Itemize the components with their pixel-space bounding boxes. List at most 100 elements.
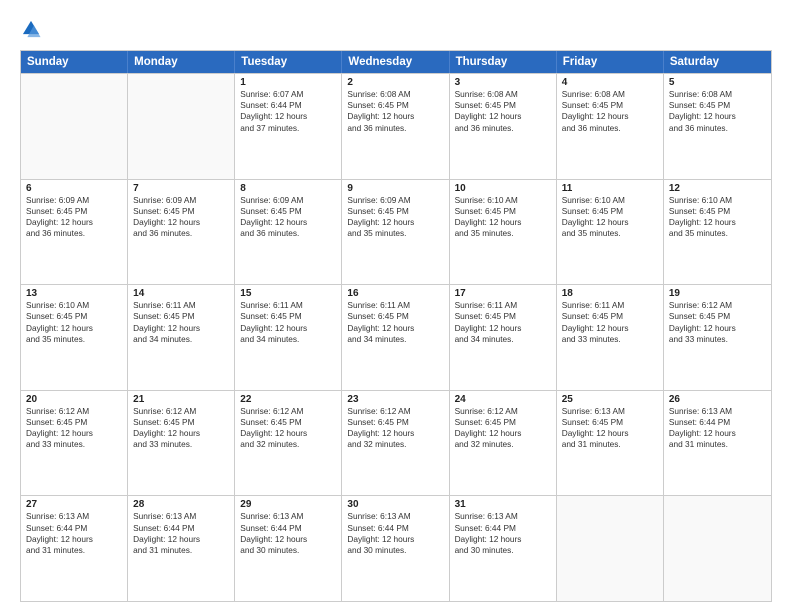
week-row-2: 6Sunrise: 6:09 AMSunset: 6:45 PMDaylight… <box>21 179 771 285</box>
day-number: 15 <box>240 288 336 299</box>
day-info: Sunrise: 6:13 AMSunset: 6:44 PMDaylight:… <box>669 406 766 451</box>
day-number: 9 <box>347 183 443 194</box>
day-info: Sunrise: 6:11 AMSunset: 6:45 PMDaylight:… <box>240 300 336 345</box>
cal-cell <box>128 74 235 179</box>
day-info: Sunrise: 6:09 AMSunset: 6:45 PMDaylight:… <box>133 195 229 240</box>
day-info: Sunrise: 6:11 AMSunset: 6:45 PMDaylight:… <box>133 300 229 345</box>
cal-cell: 3Sunrise: 6:08 AMSunset: 6:45 PMDaylight… <box>450 74 557 179</box>
header-day-tuesday: Tuesday <box>235 51 342 73</box>
cal-cell: 11Sunrise: 6:10 AMSunset: 6:45 PMDayligh… <box>557 180 664 285</box>
cal-cell: 16Sunrise: 6:11 AMSunset: 6:45 PMDayligh… <box>342 285 449 390</box>
cal-cell: 24Sunrise: 6:12 AMSunset: 6:45 PMDayligh… <box>450 391 557 496</box>
day-info: Sunrise: 6:08 AMSunset: 6:45 PMDaylight:… <box>455 89 551 134</box>
cal-cell: 20Sunrise: 6:12 AMSunset: 6:45 PMDayligh… <box>21 391 128 496</box>
day-info: Sunrise: 6:12 AMSunset: 6:45 PMDaylight:… <box>669 300 766 345</box>
week-row-3: 13Sunrise: 6:10 AMSunset: 6:45 PMDayligh… <box>21 284 771 390</box>
day-number: 14 <box>133 288 229 299</box>
day-number: 11 <box>562 183 658 194</box>
day-info: Sunrise: 6:09 AMSunset: 6:45 PMDaylight:… <box>240 195 336 240</box>
day-info: Sunrise: 6:12 AMSunset: 6:45 PMDaylight:… <box>455 406 551 451</box>
day-number: 1 <box>240 77 336 88</box>
header-day-thursday: Thursday <box>450 51 557 73</box>
week-row-5: 27Sunrise: 6:13 AMSunset: 6:44 PMDayligh… <box>21 495 771 601</box>
week-row-1: 1Sunrise: 6:07 AMSunset: 6:44 PMDaylight… <box>21 73 771 179</box>
day-info: Sunrise: 6:13 AMSunset: 6:45 PMDaylight:… <box>562 406 658 451</box>
day-info: Sunrise: 6:13 AMSunset: 6:44 PMDaylight:… <box>240 511 336 556</box>
cal-cell: 25Sunrise: 6:13 AMSunset: 6:45 PMDayligh… <box>557 391 664 496</box>
cal-cell: 5Sunrise: 6:08 AMSunset: 6:45 PMDaylight… <box>664 74 771 179</box>
day-info: Sunrise: 6:11 AMSunset: 6:45 PMDaylight:… <box>562 300 658 345</box>
cal-cell <box>664 496 771 601</box>
day-info: Sunrise: 6:07 AMSunset: 6:44 PMDaylight:… <box>240 89 336 134</box>
header <box>20 18 772 40</box>
cal-cell: 28Sunrise: 6:13 AMSunset: 6:44 PMDayligh… <box>128 496 235 601</box>
logo <box>20 18 46 40</box>
day-number: 23 <box>347 394 443 405</box>
cal-cell: 23Sunrise: 6:12 AMSunset: 6:45 PMDayligh… <box>342 391 449 496</box>
day-number: 21 <box>133 394 229 405</box>
cal-cell: 30Sunrise: 6:13 AMSunset: 6:44 PMDayligh… <box>342 496 449 601</box>
day-number: 13 <box>26 288 122 299</box>
cal-cell: 12Sunrise: 6:10 AMSunset: 6:45 PMDayligh… <box>664 180 771 285</box>
day-number: 7 <box>133 183 229 194</box>
day-number: 27 <box>26 499 122 510</box>
cal-cell: 27Sunrise: 6:13 AMSunset: 6:44 PMDayligh… <box>21 496 128 601</box>
cal-cell: 17Sunrise: 6:11 AMSunset: 6:45 PMDayligh… <box>450 285 557 390</box>
day-info: Sunrise: 6:11 AMSunset: 6:45 PMDaylight:… <box>347 300 443 345</box>
calendar: SundayMondayTuesdayWednesdayThursdayFrid… <box>20 50 772 602</box>
cal-cell: 14Sunrise: 6:11 AMSunset: 6:45 PMDayligh… <box>128 285 235 390</box>
page: SundayMondayTuesdayWednesdayThursdayFrid… <box>0 0 792 612</box>
cal-cell: 29Sunrise: 6:13 AMSunset: 6:44 PMDayligh… <box>235 496 342 601</box>
cal-cell: 19Sunrise: 6:12 AMSunset: 6:45 PMDayligh… <box>664 285 771 390</box>
day-info: Sunrise: 6:10 AMSunset: 6:45 PMDaylight:… <box>455 195 551 240</box>
cal-cell: 15Sunrise: 6:11 AMSunset: 6:45 PMDayligh… <box>235 285 342 390</box>
day-info: Sunrise: 6:08 AMSunset: 6:45 PMDaylight:… <box>347 89 443 134</box>
calendar-header: SundayMondayTuesdayWednesdayThursdayFrid… <box>21 51 771 73</box>
cal-cell: 31Sunrise: 6:13 AMSunset: 6:44 PMDayligh… <box>450 496 557 601</box>
cal-cell: 1Sunrise: 6:07 AMSunset: 6:44 PMDaylight… <box>235 74 342 179</box>
cal-cell <box>21 74 128 179</box>
day-info: Sunrise: 6:08 AMSunset: 6:45 PMDaylight:… <box>562 89 658 134</box>
day-number: 18 <box>562 288 658 299</box>
day-number: 22 <box>240 394 336 405</box>
day-info: Sunrise: 6:11 AMSunset: 6:45 PMDaylight:… <box>455 300 551 345</box>
header-day-saturday: Saturday <box>664 51 771 73</box>
day-info: Sunrise: 6:13 AMSunset: 6:44 PMDaylight:… <box>455 511 551 556</box>
cal-cell: 13Sunrise: 6:10 AMSunset: 6:45 PMDayligh… <box>21 285 128 390</box>
cal-cell: 26Sunrise: 6:13 AMSunset: 6:44 PMDayligh… <box>664 391 771 496</box>
day-number: 24 <box>455 394 551 405</box>
cal-cell: 8Sunrise: 6:09 AMSunset: 6:45 PMDaylight… <box>235 180 342 285</box>
header-day-sunday: Sunday <box>21 51 128 73</box>
day-info: Sunrise: 6:08 AMSunset: 6:45 PMDaylight:… <box>669 89 766 134</box>
day-number: 6 <box>26 183 122 194</box>
day-number: 16 <box>347 288 443 299</box>
cal-cell: 2Sunrise: 6:08 AMSunset: 6:45 PMDaylight… <box>342 74 449 179</box>
day-info: Sunrise: 6:12 AMSunset: 6:45 PMDaylight:… <box>240 406 336 451</box>
day-number: 25 <box>562 394 658 405</box>
header-day-wednesday: Wednesday <box>342 51 449 73</box>
day-number: 19 <box>669 288 766 299</box>
day-info: Sunrise: 6:10 AMSunset: 6:45 PMDaylight:… <box>562 195 658 240</box>
cal-cell: 7Sunrise: 6:09 AMSunset: 6:45 PMDaylight… <box>128 180 235 285</box>
day-number: 28 <box>133 499 229 510</box>
day-info: Sunrise: 6:10 AMSunset: 6:45 PMDaylight:… <box>26 300 122 345</box>
cal-cell: 18Sunrise: 6:11 AMSunset: 6:45 PMDayligh… <box>557 285 664 390</box>
cal-cell: 22Sunrise: 6:12 AMSunset: 6:45 PMDayligh… <box>235 391 342 496</box>
calendar-body: 1Sunrise: 6:07 AMSunset: 6:44 PMDaylight… <box>21 73 771 601</box>
cal-cell: 4Sunrise: 6:08 AMSunset: 6:45 PMDaylight… <box>557 74 664 179</box>
day-number: 3 <box>455 77 551 88</box>
day-info: Sunrise: 6:13 AMSunset: 6:44 PMDaylight:… <box>26 511 122 556</box>
logo-icon <box>20 18 42 40</box>
day-info: Sunrise: 6:13 AMSunset: 6:44 PMDaylight:… <box>347 511 443 556</box>
header-day-monday: Monday <box>128 51 235 73</box>
cal-cell: 6Sunrise: 6:09 AMSunset: 6:45 PMDaylight… <box>21 180 128 285</box>
day-info: Sunrise: 6:09 AMSunset: 6:45 PMDaylight:… <box>26 195 122 240</box>
day-info: Sunrise: 6:12 AMSunset: 6:45 PMDaylight:… <box>347 406 443 451</box>
day-number: 17 <box>455 288 551 299</box>
day-info: Sunrise: 6:13 AMSunset: 6:44 PMDaylight:… <box>133 511 229 556</box>
day-number: 12 <box>669 183 766 194</box>
cal-cell: 9Sunrise: 6:09 AMSunset: 6:45 PMDaylight… <box>342 180 449 285</box>
day-number: 29 <box>240 499 336 510</box>
day-number: 10 <box>455 183 551 194</box>
day-number: 20 <box>26 394 122 405</box>
